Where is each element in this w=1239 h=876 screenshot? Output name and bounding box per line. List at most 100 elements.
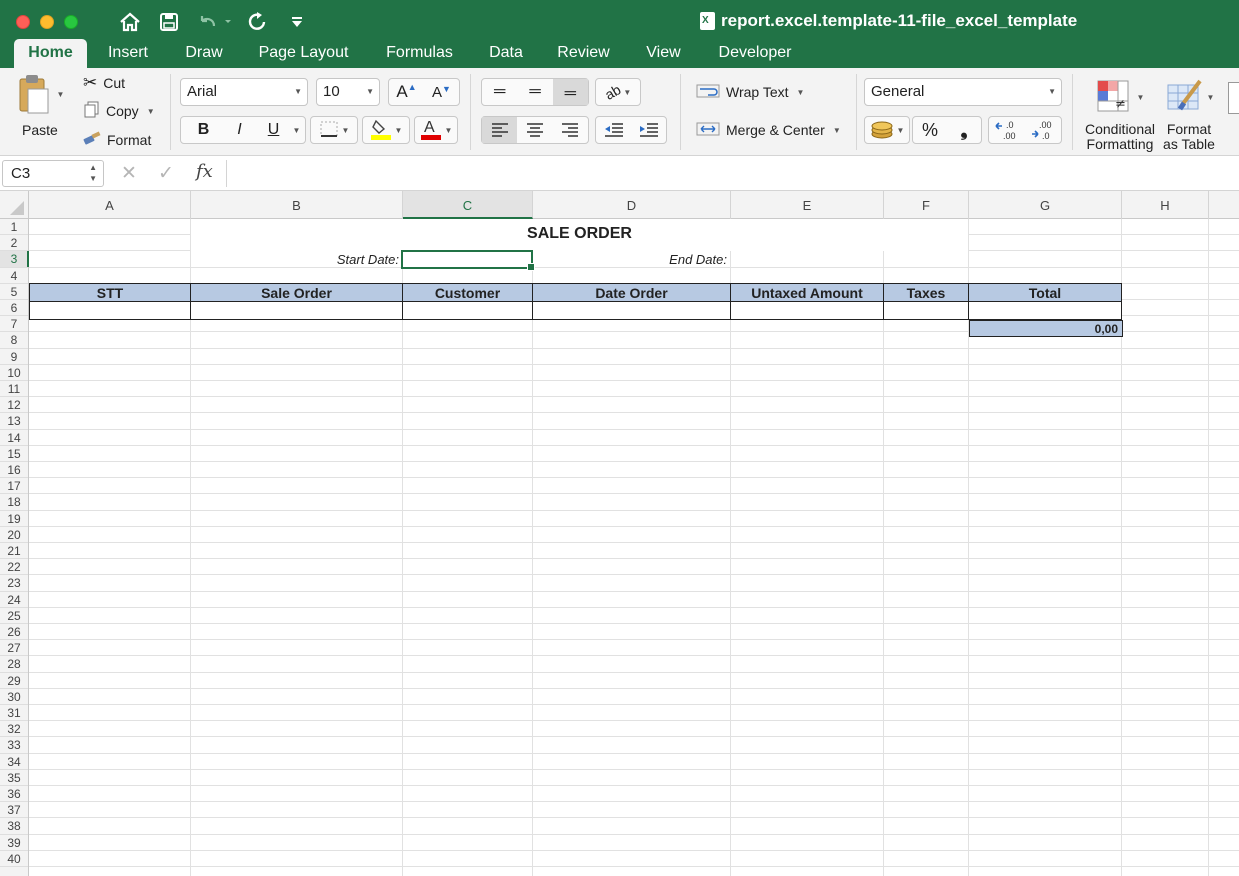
undo-icon[interactable]: [196, 10, 236, 34]
row-header-15[interactable]: 15: [0, 446, 28, 462]
row-header-6[interactable]: 6: [0, 300, 28, 317]
redo-icon[interactable]: [246, 10, 270, 34]
row-header-9[interactable]: 9: [0, 349, 28, 365]
copy-dropdown-icon[interactable]: ▼: [147, 107, 155, 116]
row-header-21[interactable]: 21: [0, 543, 28, 560]
underline-button[interactable]: U: [258, 121, 290, 139]
row-header-4[interactable]: 4: [0, 268, 28, 284]
close-window-button[interactable]: [16, 15, 30, 29]
row-header-30[interactable]: 30: [0, 689, 28, 705]
minimize-window-button[interactable]: [40, 15, 54, 29]
row-header-34[interactable]: 34: [0, 754, 28, 770]
row-header-14[interactable]: 14: [0, 430, 28, 446]
table-row-cell[interactable]: [968, 302, 1122, 320]
confirm-entry-icon[interactable]: ✓: [158, 162, 174, 185]
align-left-icon[interactable]: [482, 117, 518, 143]
row-header-29[interactable]: 29: [0, 673, 28, 689]
table-row-cell[interactable]: [883, 302, 969, 320]
orientation-button[interactable]: ab ▼: [595, 78, 641, 106]
tab-view[interactable]: View: [637, 39, 690, 68]
row-header-39[interactable]: 39: [0, 835, 28, 851]
increase-font-size-icon[interactable]: A▲: [389, 82, 424, 102]
row-header-23[interactable]: 23: [0, 575, 28, 592]
paste-dropdown-icon[interactable]: ▼: [57, 90, 65, 99]
column-header-b[interactable]: B: [191, 191, 403, 219]
number-format-dropdown[interactable]: General ▼: [864, 78, 1062, 106]
row-header-25[interactable]: 25: [0, 608, 28, 624]
row-header-40[interactable]: 40: [0, 851, 28, 867]
font-name-dropdown[interactable]: Arial ▼: [180, 78, 308, 106]
column-header-a[interactable]: A: [29, 191, 191, 219]
decrease-indent-icon[interactable]: [596, 123, 631, 137]
comma-style-button[interactable]: ❟: [947, 120, 981, 141]
name-box-stepper-icon[interactable]: ▲ ▼: [89, 162, 97, 184]
table-row-cell[interactable]: [190, 302, 403, 320]
bold-button[interactable]: B: [186, 121, 222, 139]
row-header-24[interactable]: 24: [0, 592, 28, 608]
name-box[interactable]: C3 ▲ ▼: [2, 160, 104, 187]
row-header-36[interactable]: 36: [0, 786, 28, 803]
percent-style-button[interactable]: %: [913, 120, 947, 141]
column-header-f[interactable]: F: [884, 191, 969, 219]
total-sum-value[interactable]: 0,00: [969, 320, 1123, 337]
align-middle-icon[interactable]: ═: [517, 83, 552, 101]
merge-center-button[interactable]: Merge & Center ▼: [692, 118, 844, 142]
cell-styles-button-partial[interactable]: [1228, 82, 1239, 114]
font-color-button[interactable]: A ▼: [414, 116, 458, 144]
row-header-31[interactable]: 31: [0, 705, 28, 722]
tab-page-layout[interactable]: Page Layout: [250, 39, 357, 68]
row-header-13[interactable]: 13: [0, 413, 28, 430]
row-header-8[interactable]: 8: [0, 332, 28, 349]
row-header-35[interactable]: 35: [0, 770, 28, 786]
row-header-17[interactable]: 17: [0, 478, 28, 495]
cut-button[interactable]: ✂ Cut: [80, 72, 140, 94]
underline-dropdown-icon[interactable]: ▼: [293, 126, 301, 135]
row-header-3[interactable]: 3: [0, 251, 29, 268]
insert-function-icon[interactable]: fx: [196, 161, 213, 182]
row-header-38[interactable]: 38: [0, 818, 28, 835]
table-row-cell[interactable]: [29, 302, 191, 320]
row-header-37[interactable]: 37: [0, 802, 28, 819]
zoom-window-button[interactable]: [64, 15, 78, 29]
save-icon[interactable]: [157, 10, 181, 34]
row-header-22[interactable]: 22: [0, 559, 28, 576]
align-right-icon[interactable]: [553, 123, 588, 137]
tab-formulas[interactable]: Formulas: [377, 39, 462, 68]
row-header-26[interactable]: 26: [0, 624, 28, 641]
tab-data[interactable]: Data: [482, 39, 530, 68]
tab-developer[interactable]: Developer: [710, 39, 800, 68]
row-header-7[interactable]: 7: [0, 316, 28, 333]
selected-cell-c3[interactable]: [401, 250, 535, 271]
home-icon[interactable]: [118, 10, 142, 34]
table-row-cell[interactable]: [532, 302, 731, 320]
decrease-font-size-icon[interactable]: A▼: [424, 84, 459, 101]
align-center-icon[interactable]: [517, 123, 552, 137]
font-size-dropdown[interactable]: 10 ▼: [316, 78, 380, 106]
copy-button[interactable]: Copy ▼: [80, 100, 160, 122]
accounting-format-button[interactable]: ▼: [864, 116, 910, 144]
column-header-g[interactable]: G: [969, 191, 1122, 219]
row-header-2[interactable]: 2: [0, 235, 28, 252]
tab-home[interactable]: Home: [14, 39, 87, 68]
table-row-cell[interactable]: [402, 302, 533, 320]
row-header-27[interactable]: 27: [0, 640, 28, 657]
cell-area[interactable]: SALE ORDER Start Date: End Date: STT Sal…: [29, 219, 1239, 876]
borders-button[interactable]: ▼: [310, 116, 358, 144]
increase-decimal-icon[interactable]: .0.00: [989, 119, 1025, 141]
format-painter-button[interactable]: Format: [80, 129, 160, 151]
column-header-e[interactable]: E: [731, 191, 884, 219]
table-row-cell[interactable]: [730, 302, 884, 320]
row-header-5[interactable]: 5: [0, 284, 28, 300]
row-header-16[interactable]: 16: [0, 462, 28, 479]
conditional-formatting-button[interactable]: ≠ ▼: [1088, 76, 1150, 118]
row-header-19[interactable]: 19: [0, 511, 28, 527]
paste-button[interactable]: ▼: [10, 72, 68, 116]
italic-button[interactable]: I: [222, 121, 258, 139]
row-header-33[interactable]: 33: [0, 737, 28, 754]
cancel-entry-icon[interactable]: ✕: [121, 162, 137, 185]
decrease-decimal-icon[interactable]: .00.0: [1025, 119, 1061, 141]
row-header-11[interactable]: 11: [0, 381, 28, 398]
column-header-c[interactable]: C: [403, 191, 533, 219]
row-header-12[interactable]: 12: [0, 397, 28, 414]
row-header-10[interactable]: 10: [0, 365, 28, 381]
